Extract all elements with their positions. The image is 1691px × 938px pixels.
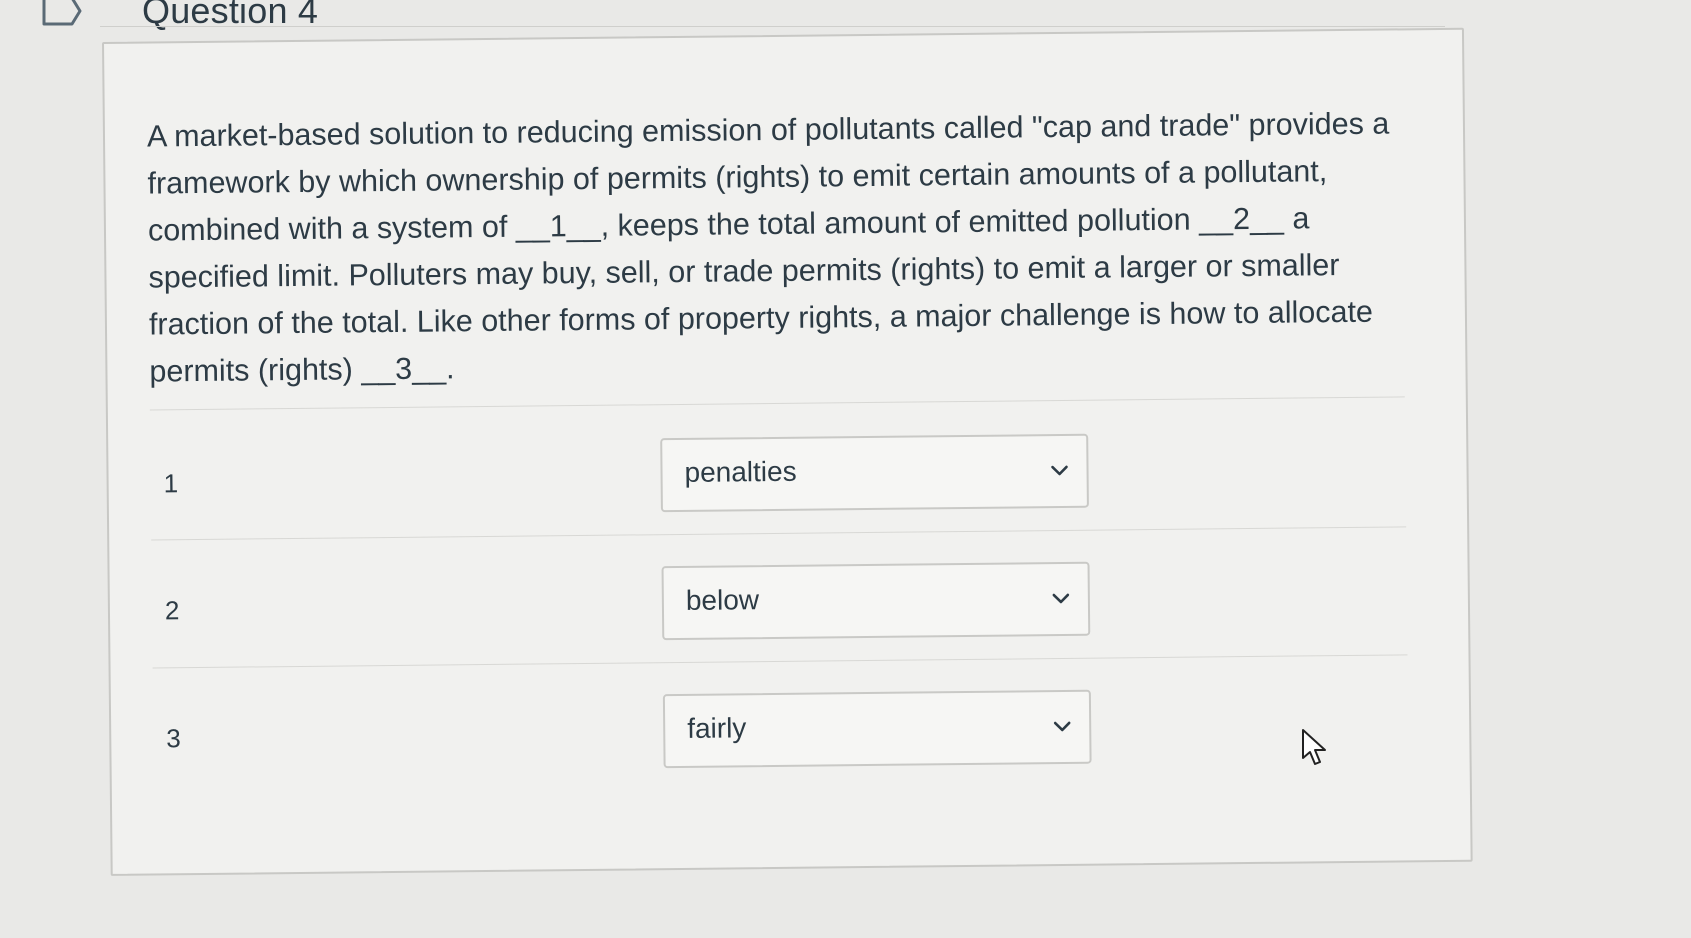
question-title: Question 4: [142, 0, 319, 31]
answer-select-2[interactable]: below: [661, 561, 1091, 641]
blank-number-3: 3: [166, 723, 181, 754]
mouse-pointer-icon: [1302, 729, 1326, 765]
row-divider: [152, 654, 1408, 669]
blank-number-1: 1: [163, 468, 179, 499]
select-value: penalties: [684, 455, 797, 488]
select-value: fairly: [687, 712, 747, 744]
row-divider: [149, 396, 1405, 411]
select-value: below: [685, 584, 760, 616]
chevron-down-icon: [1051, 465, 1068, 476]
chevron-down-icon: [1053, 721, 1071, 732]
chevron-down-icon: [1052, 593, 1070, 604]
row-divider: [151, 526, 1407, 541]
question-text: A market-based solution to reducing emis…: [146, 106, 1390, 389]
blank-number-2: 2: [164, 595, 180, 626]
answer-select-1[interactable]: penalties: [660, 433, 1089, 513]
flag-icon[interactable]: [42, 0, 82, 28]
title-divider: [100, 26, 1445, 27]
question-card: A market-based solution to reducing emis…: [102, 27, 1473, 876]
answer-select-3[interactable]: fairly: [662, 689, 1092, 769]
